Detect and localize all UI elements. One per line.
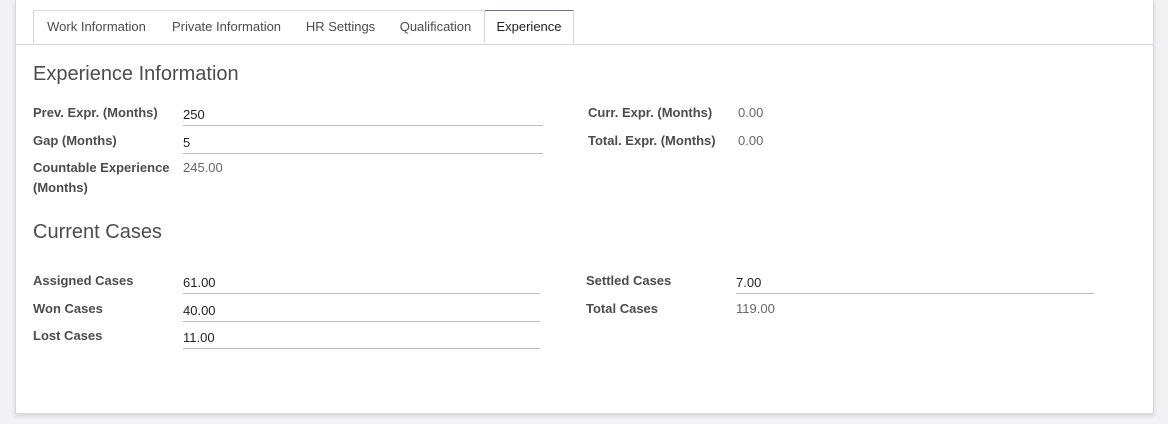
total-expr-value: 0.00 [738,133,764,148]
cases-section-title: Current Cases [33,221,162,243]
countable-experience-value: 245.00 [183,160,223,175]
settled-cases-input[interactable]: 7.00 [736,272,1094,294]
assigned-cases-input[interactable]: 61.00 [183,272,540,294]
total-cases-label: Total Cases [586,301,659,316]
tab-private-information[interactable]: Private Information [159,10,295,43]
total-expr-label: Total. Expr. (Months) [588,133,716,148]
gap-label: Gap (Months) [33,133,117,148]
tab-experience[interactable]: Experience [485,10,574,44]
notebook-tabs: Work Information Private Information HR … [16,10,1153,45]
tab-qualification[interactable]: Qualification [387,10,485,43]
countable-experience-label: Countable Experience (Months) [33,160,170,195]
lost-cases-input[interactable]: 11.00 [183,327,540,349]
lost-cases-label: Lost Cases [33,328,103,343]
tab-hr-settings[interactable]: HR Settings [294,10,388,43]
assigned-cases-label: Assigned Cases [33,273,134,288]
won-cases-input[interactable]: 40.00 [183,300,540,322]
prev-expr-input[interactable]: 250 [183,104,543,126]
prev-expr-label: Prev. Expr. (Months) [33,105,158,120]
settled-cases-label: Settled Cases [586,273,672,288]
total-cases-value: 119.00 [736,301,775,316]
tab-work-information[interactable]: Work Information [33,10,160,43]
won-cases-label: Won Cases [33,301,103,316]
curr-expr-label: Curr. Expr. (Months) [588,105,713,120]
experience-section-title: Experience Information [33,63,239,85]
form-sheet: Work Information Private Information HR … [15,0,1154,414]
curr-expr-value: 0.00 [738,105,764,120]
gap-input[interactable]: 5 [183,132,543,154]
